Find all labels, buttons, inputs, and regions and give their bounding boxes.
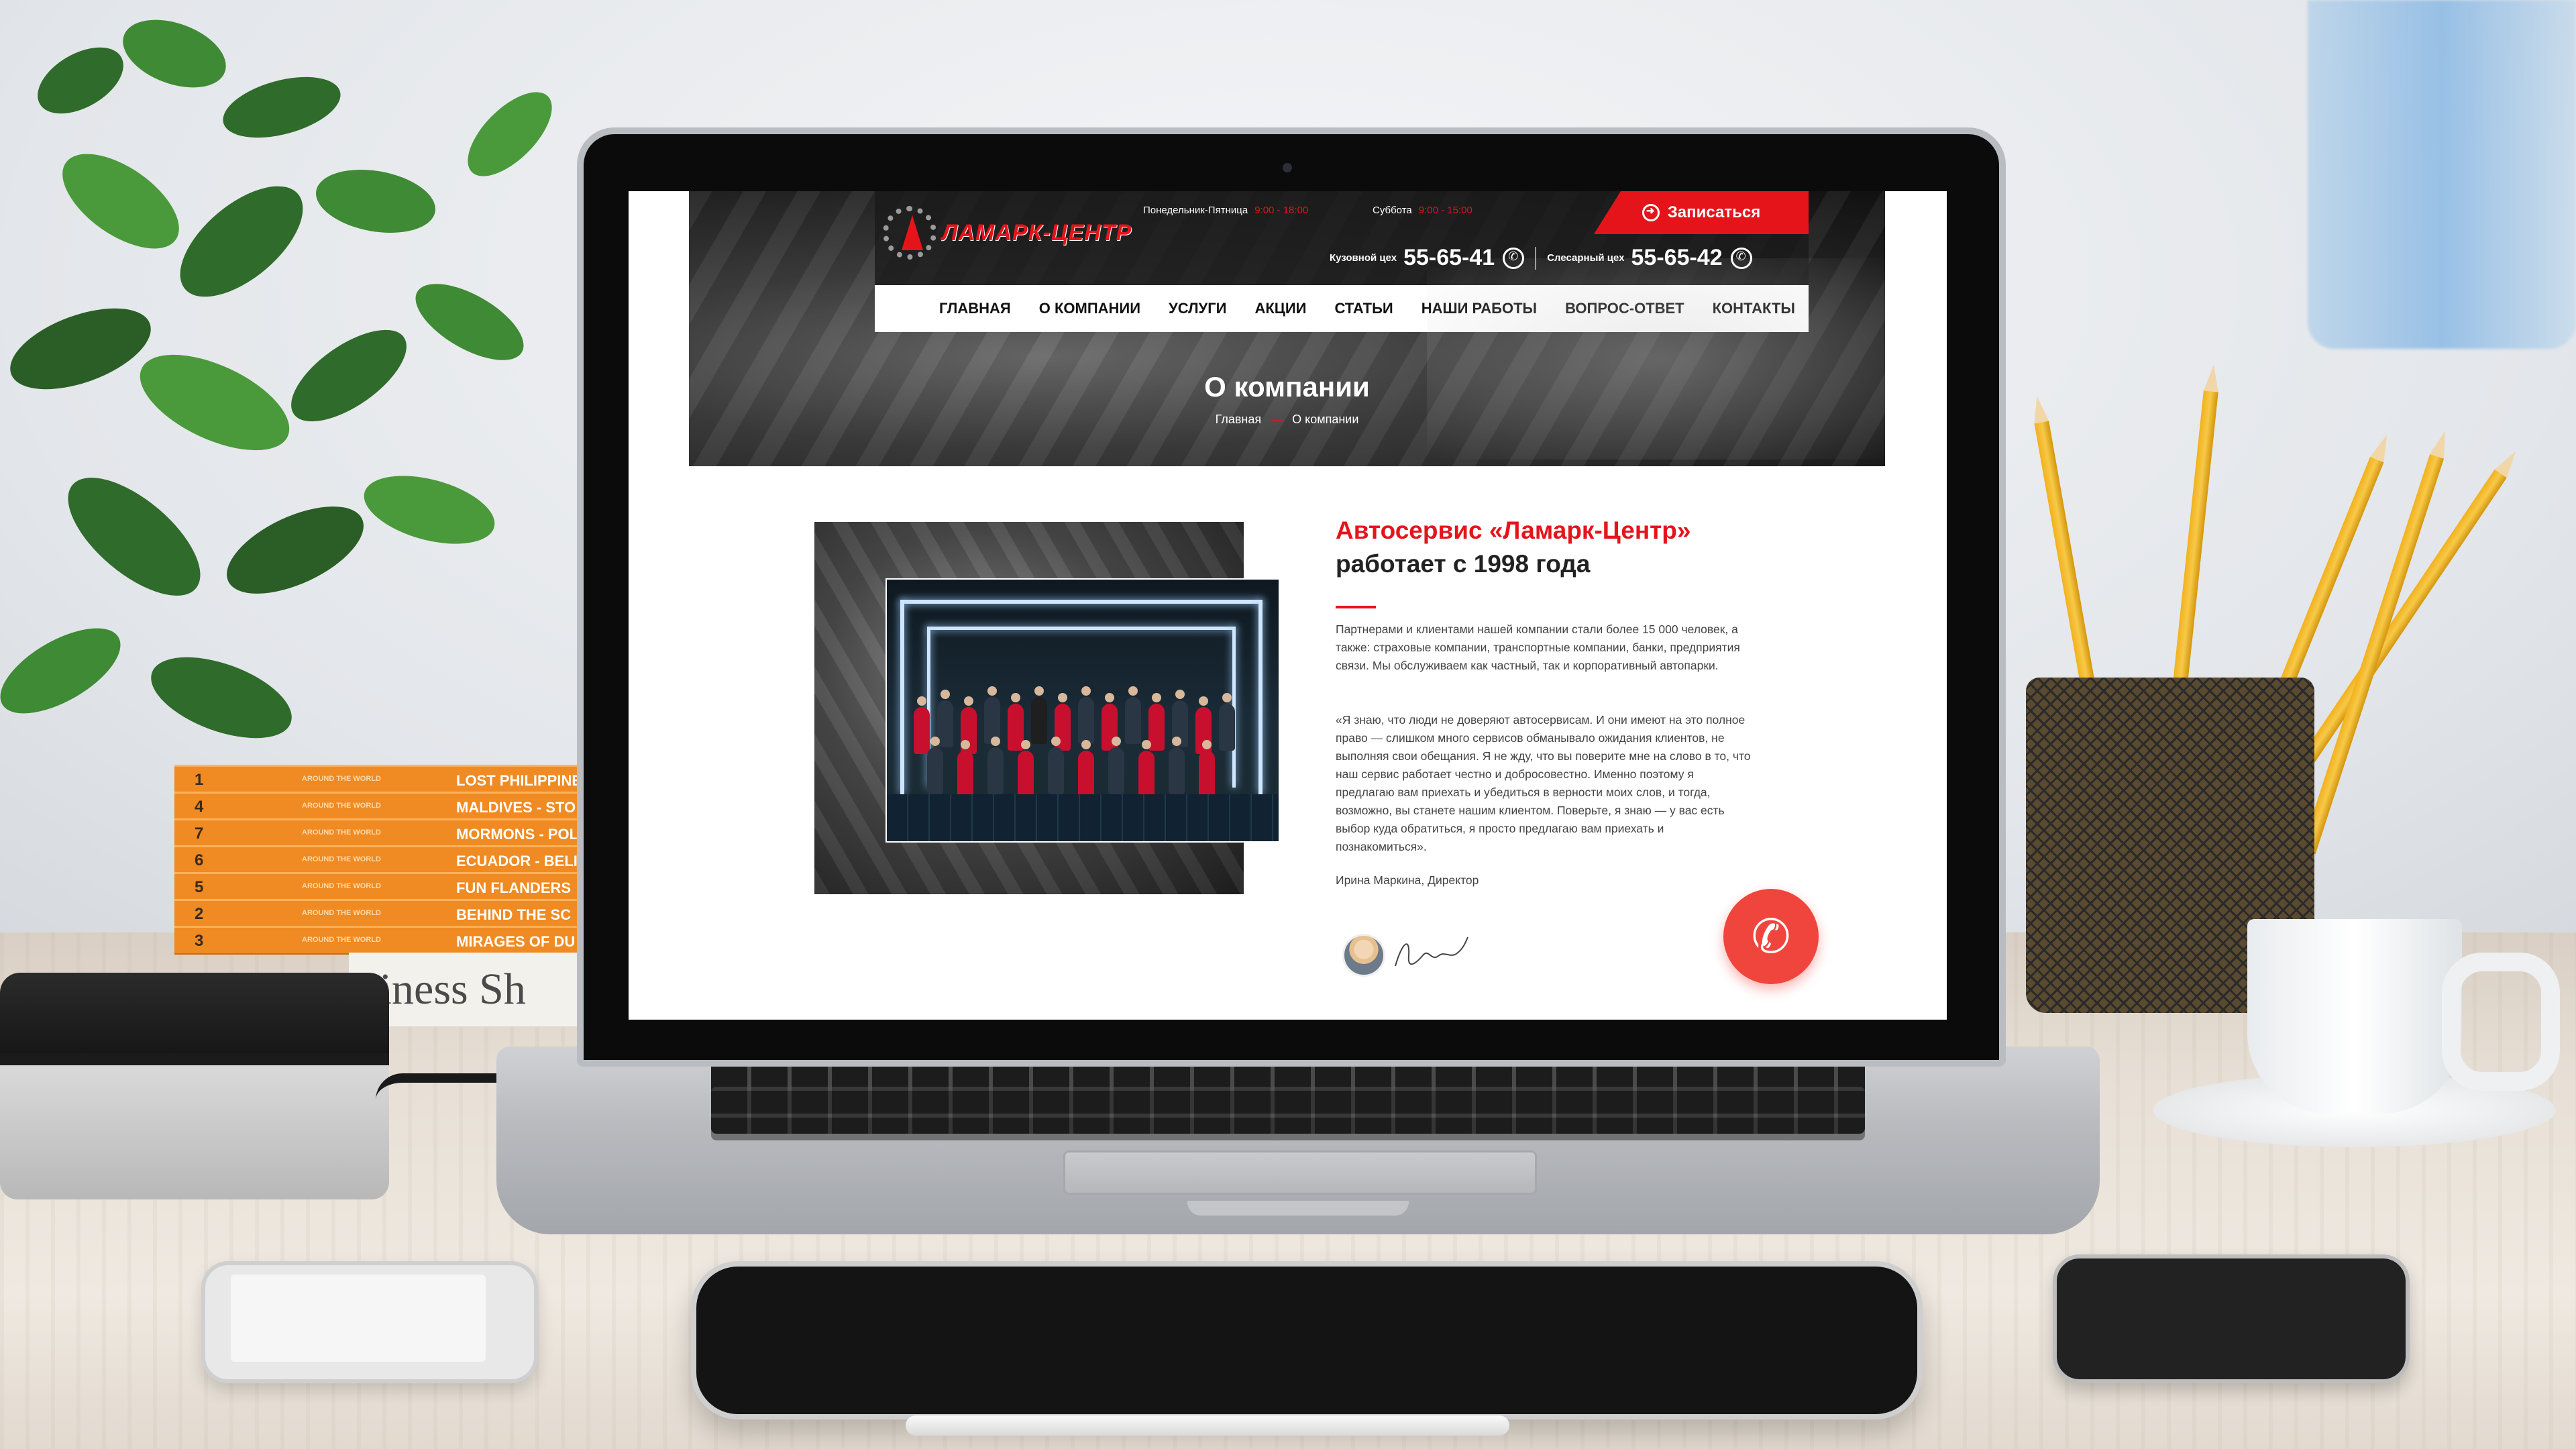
- whatsapp-icon[interactable]: [1730, 247, 1752, 269]
- stylus: [906, 1415, 1509, 1436]
- phone-number-mechanic-shop[interactable]: 55-65-42: [1631, 245, 1723, 271]
- breadcrumb-separator: —: [1271, 413, 1283, 426]
- nav-about[interactable]: О КОМПАНИИ: [1039, 300, 1140, 317]
- book: 1 AROUND THE WORLD LOST PHILIPPINE: [174, 765, 577, 794]
- main-nav: ГЛАВНАЯ О КОМПАНИИ УСЛУГИ АКЦИИ СТАТЬИ Н…: [875, 285, 1809, 332]
- book: 3 AROUND THE WORLD MIRAGES OF DU: [174, 926, 577, 955]
- director-avatar: [1342, 934, 1385, 977]
- page-title: О компании: [1204, 371, 1370, 402]
- hours-weekdays: Понедельник-Пятница 9:00 - 18:00: [1143, 205, 1309, 216]
- signature-image: [1395, 936, 1468, 967]
- book: 4 AROUND THE WORLD MALDIVES - STO: [174, 792, 577, 820]
- book: 7 AROUND THE WORLD MORMONS - POL: [174, 818, 577, 847]
- site-header: ЛАМАРК-ЦЕНТР Понедельник-Пятница 9:00 - 1…: [875, 191, 1809, 285]
- website-screen: ЛАМАРК-ЦЕНТР Понедельник-Пятница 9:00 - 1…: [629, 191, 1947, 1020]
- nav-faq[interactable]: ВОПРОС-ОТВЕТ: [1565, 300, 1684, 317]
- webcam-icon: [1283, 163, 1292, 172]
- intro-paragraph: Партнерами и клиентами нашей компании ст…: [1336, 623, 1740, 672]
- hero-banner: ЛАМАРК-ЦЕНТР Понедельник-Пятница 9:00 - 1…: [689, 191, 1885, 466]
- laptop-trackpad: [1063, 1150, 1537, 1195]
- black-smartphone: [2053, 1254, 2410, 1383]
- director-name: Ирина Маркина, Директор: [1336, 873, 1479, 887]
- white-smartphone: [201, 1261, 538, 1383]
- whatsapp-icon[interactable]: [1503, 247, 1525, 269]
- signup-button[interactable]: Записаться: [1594, 191, 1809, 234]
- nav-home[interactable]: ГЛАВНАЯ: [939, 300, 1011, 317]
- heading-underline: [1336, 606, 1376, 608]
- breadcrumb-home[interactable]: Главная: [1216, 413, 1262, 426]
- external-drive: [0, 973, 396, 1199]
- book: 2 AROUND THE WORLD BEHIND THE SC: [174, 899, 577, 928]
- quote-paragraph: «Я знаю, что люди не доверяют автосервис…: [1336, 713, 1751, 853]
- water-bottle: [2308, 0, 2576, 349]
- laptop-keyboard-rows: [711, 1087, 1865, 1140]
- brand-name: ЛАМАРК-ЦЕНТР: [942, 219, 1132, 246]
- tablet: [691, 1261, 1923, 1419]
- team-group: [900, 680, 1269, 808]
- laptop-notch: [1187, 1201, 1409, 1216]
- divider: [1535, 246, 1537, 270]
- arrow-right-icon: [1642, 204, 1660, 221]
- book-stack: 1 AROUND THE WORLD LOST PHILIPPINE 4 AROUND…: [174, 718, 577, 959]
- phone-number-body-shop[interactable]: 55-65-41: [1403, 245, 1495, 271]
- book: 6 AROUND THE WORLD ECUADOR - BELI: [174, 845, 577, 874]
- cup-handle: [2442, 953, 2560, 1091]
- heading-since: работает с 1998 года: [1336, 550, 1591, 578]
- phone-icon: ✆: [1751, 910, 1791, 963]
- heading-company: Автосервис «Ламарк-Центр»: [1336, 517, 1691, 544]
- phone-block: Кузовной цех 55-65-41 Слесарный цех 55-6…: [1330, 245, 1752, 271]
- nav-promotions[interactable]: АКЦИИ: [1254, 300, 1306, 317]
- call-button[interactable]: ✆: [1723, 889, 1819, 984]
- breadcrumb-current: О компании: [1292, 413, 1359, 426]
- book: 5 AROUND THE WORLD FUN FLANDERS: [174, 872, 577, 901]
- nav-our-works[interactable]: НАШИ РАБОТЫ: [1421, 300, 1537, 317]
- site-logo[interactable]: ЛАМАРК-ЦЕНТР: [883, 206, 1132, 260]
- nav-contacts[interactable]: КОНТАКТЫ: [1713, 300, 1795, 317]
- floor-grid: [887, 794, 1279, 841]
- hours-saturday: Суббота 9:00 - 15:00: [1373, 205, 1472, 216]
- coffee-cup: [2247, 919, 2462, 1114]
- nav-articles[interactable]: СТАТЬИ: [1335, 300, 1393, 317]
- nav-services[interactable]: УСЛУГИ: [1169, 300, 1226, 317]
- gear-logo-icon: [883, 206, 936, 260]
- team-photo: [885, 578, 1280, 843]
- breadcrumb: Главная — О компании: [689, 413, 1885, 427]
